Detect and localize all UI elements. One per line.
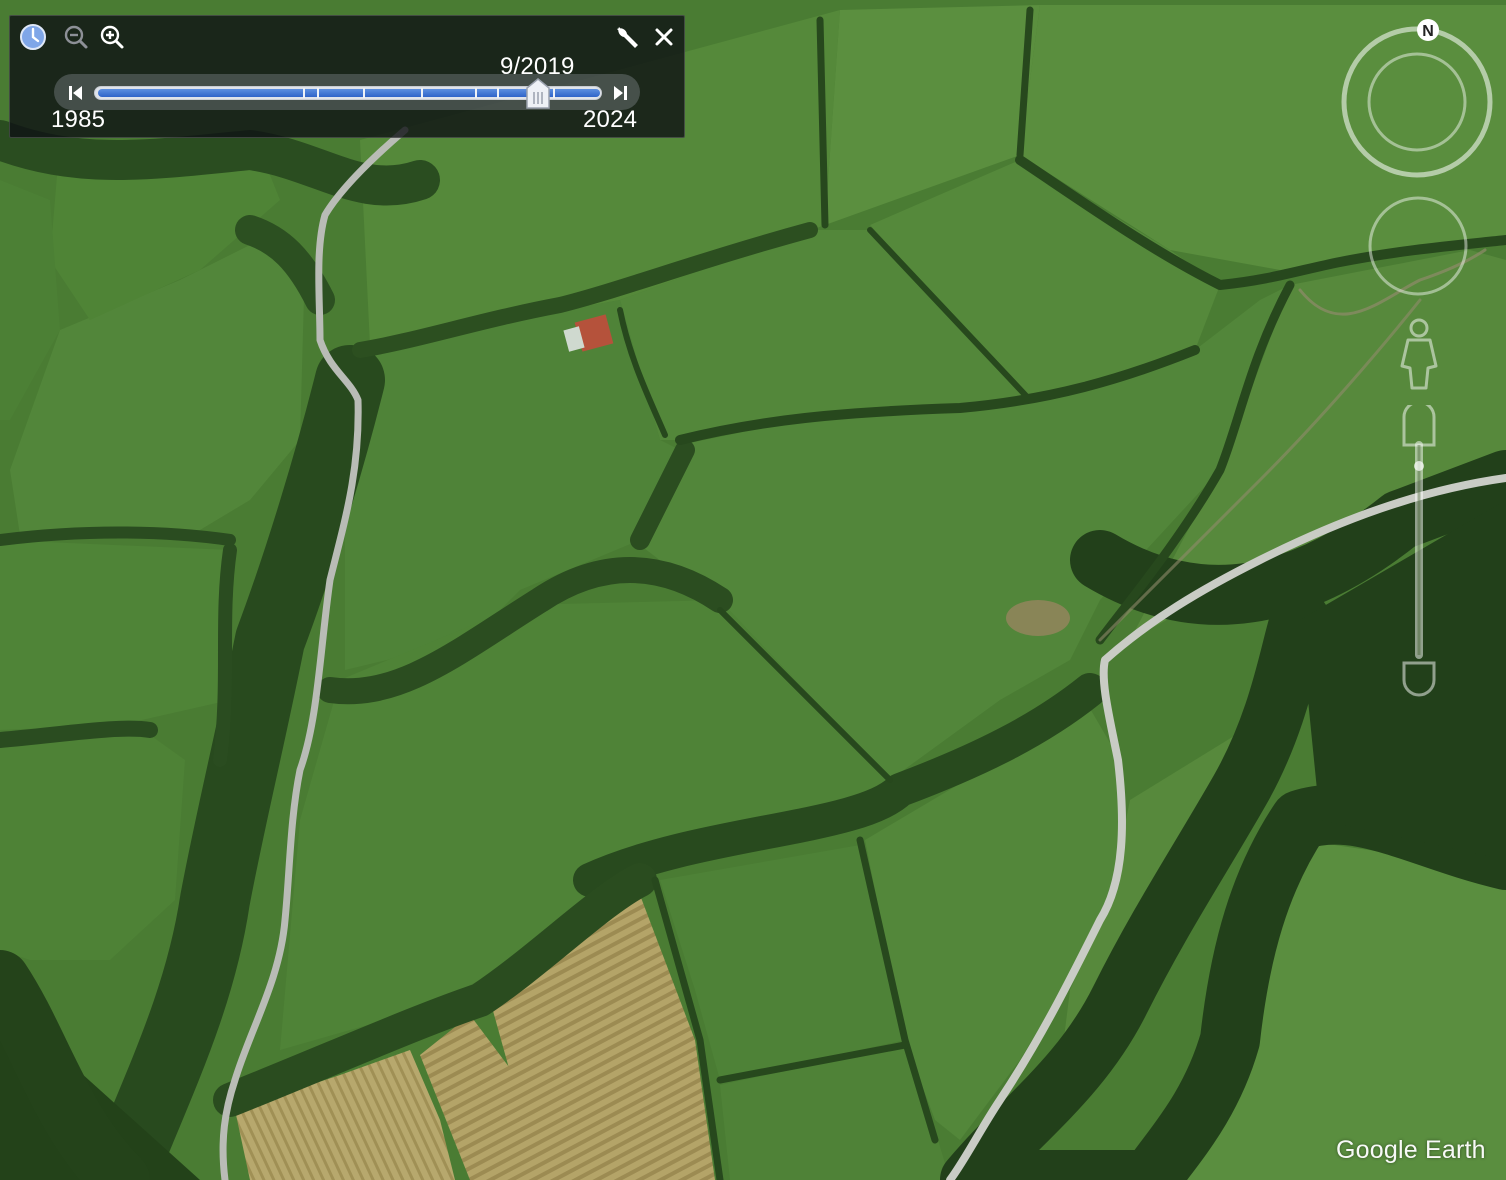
close-icon xyxy=(655,28,673,46)
time-slider-handle[interactable] xyxy=(524,78,552,110)
imagery-date-label: 9/2019 xyxy=(499,53,575,80)
historical-imagery-panel: 9/2019 1985 2024 xyxy=(9,15,685,138)
compass-control[interactable]: N xyxy=(1338,17,1496,181)
time-slider-tick xyxy=(421,88,423,98)
close-panel-button[interactable] xyxy=(650,23,678,51)
compass-ring-icon: N xyxy=(1341,19,1493,178)
zoom-out-icon xyxy=(64,25,88,49)
skip-to-end-icon xyxy=(614,86,627,100)
slider-handle-icon xyxy=(526,78,550,109)
time-slider-tick xyxy=(497,88,499,98)
zoom-in-time-button[interactable] xyxy=(99,24,125,50)
settings-button[interactable] xyxy=(613,23,641,51)
historical-imagery-button[interactable] xyxy=(19,23,47,51)
bare-earth-patch xyxy=(1006,600,1070,636)
zoom-slider[interactable] xyxy=(1396,400,1442,700)
pegman-icon xyxy=(1400,318,1438,390)
year-end-label: 2024 xyxy=(583,106,638,133)
satellite-map[interactable] xyxy=(0,0,1506,1180)
time-slider-tick xyxy=(317,88,319,98)
year-start-label: 1985 xyxy=(51,106,106,133)
street-view-pegman[interactable] xyxy=(1396,314,1442,394)
google-earth-logo: Google Earth xyxy=(1336,1136,1486,1164)
look-joystick-icon xyxy=(1368,196,1468,296)
skip-to-start-button[interactable] xyxy=(66,84,86,102)
wrench-icon xyxy=(617,27,638,48)
look-joystick[interactable] xyxy=(1366,194,1470,298)
time-slider-tick xyxy=(553,88,555,98)
zoom-slider-knob[interactable] xyxy=(1414,461,1424,471)
time-slider[interactable] xyxy=(94,78,602,109)
skip-to-start-icon xyxy=(69,86,82,100)
time-slider-tick xyxy=(475,88,477,98)
zoom-out-time-button[interactable] xyxy=(63,24,89,50)
zoom-in-icon xyxy=(100,25,124,49)
time-slider-tick xyxy=(303,88,305,98)
compass-north-label: N xyxy=(1422,23,1434,40)
skip-to-end-button[interactable] xyxy=(610,84,630,102)
clock-icon xyxy=(20,24,46,50)
time-slider-tick xyxy=(363,88,365,98)
zoom-slider-icon xyxy=(1402,400,1436,697)
